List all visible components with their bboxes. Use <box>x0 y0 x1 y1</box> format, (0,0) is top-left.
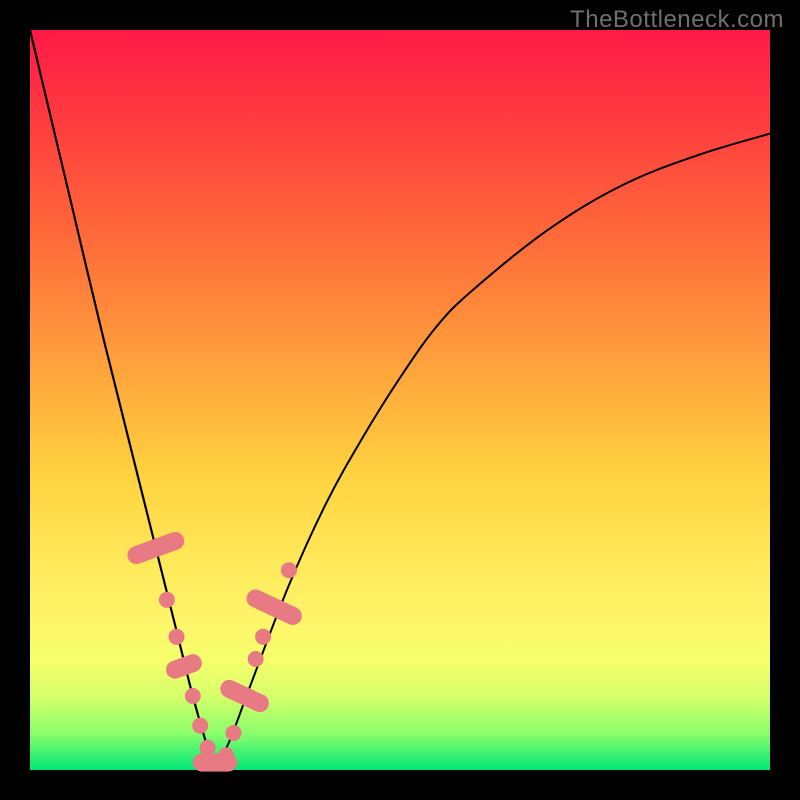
curve-marker-pill <box>163 652 204 682</box>
watermark-text: TheBottleneck.com <box>570 6 784 34</box>
curve-svg <box>30 30 770 770</box>
curve-marker-dot <box>226 725 242 741</box>
curve-marker-dot <box>200 740 216 756</box>
curve-marker-dot <box>169 629 185 645</box>
curve-marker-dot <box>159 592 175 608</box>
curve-marker-dot <box>255 629 271 645</box>
plot-area <box>30 30 770 770</box>
curve-marker-dot <box>218 747 234 763</box>
curve-right <box>215 134 770 770</box>
curve-marker-dot <box>185 688 201 704</box>
curve-marker-dot <box>248 651 264 667</box>
curve-marker-dot <box>281 562 297 578</box>
curve-marker-pill <box>125 529 187 566</box>
curve-marker-pill <box>217 677 272 715</box>
curve-marker-dot <box>192 718 208 734</box>
curve-markers <box>125 529 305 771</box>
chart-frame: TheBottleneck.com <box>0 0 800 800</box>
